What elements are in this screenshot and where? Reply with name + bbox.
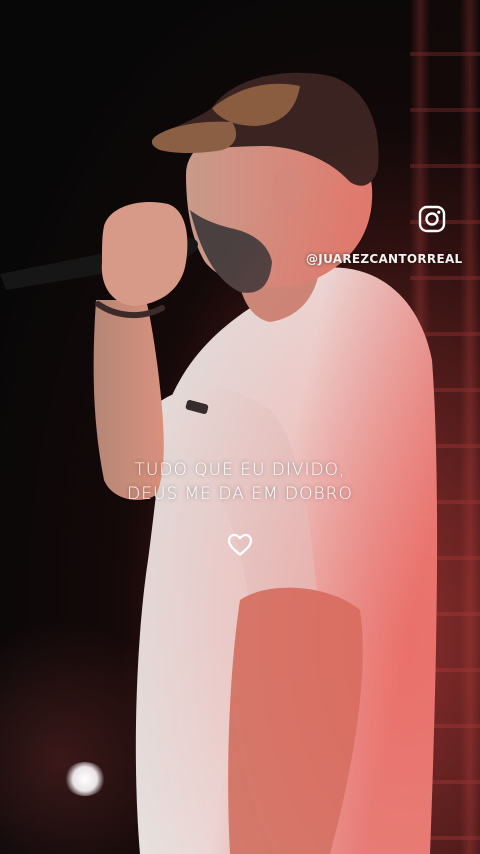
story-photo: @JUAREZCANTORREAL TUDO QUE EU DIVIDO, DE… (0, 0, 480, 854)
singer-illustration (0, 0, 480, 854)
